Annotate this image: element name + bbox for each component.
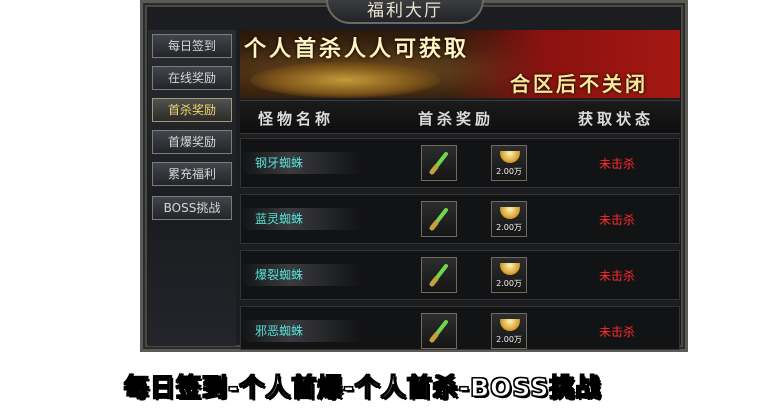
gold-ingot-icon <box>500 319 520 331</box>
monster-name: 蓝灵蜘蛛 <box>241 208 361 230</box>
sidebar-item-boss-challenge[interactable]: BOSS挑战 <box>152 196 232 220</box>
table-row: 蓝灵蜘蛛 2.00万 未击杀 <box>240 194 680 244</box>
kill-status: 未击杀 <box>599 157 636 171</box>
gold-amount: 2.00万 <box>496 335 522 344</box>
kill-status: 未击杀 <box>599 213 636 227</box>
sidebar-item-first-kill-reward[interactable]: 首杀奖励 <box>152 98 232 122</box>
reward-item-slot[interactable] <box>421 145 457 181</box>
reward-item-slot[interactable] <box>421 201 457 237</box>
header-monster-name: 怪物名称 <box>258 110 335 128</box>
table-header: 怪物名称 首杀奖励 获取状态 <box>240 100 680 134</box>
kill-status: 未击杀 <box>599 269 636 283</box>
table-row: 邪恶蜘蛛 2.00万 未击杀 <box>240 306 680 350</box>
banner-title: 个人首杀人人可获取 <box>244 37 470 62</box>
sword-item-icon <box>429 152 448 175</box>
sidebar-item-online-reward[interactable]: 在线奖励 <box>152 66 232 90</box>
gold-reward-slot[interactable]: 2.00万 <box>491 257 527 293</box>
gold-ingot-icon <box>500 207 520 219</box>
footer-caption: 每日签到-个人首爆-个人首杀-BOSS挑战 <box>123 373 602 403</box>
sword-item-icon <box>429 208 448 231</box>
header-status: 获取状态 <box>578 110 655 128</box>
sword-item-icon <box>429 320 448 343</box>
reward-item-slot[interactable] <box>421 313 457 349</box>
sidebar-item-first-drop-reward[interactable]: 首爆奖励 <box>152 130 232 154</box>
gold-treasure-art <box>250 62 440 98</box>
kill-status: 未击杀 <box>599 325 636 339</box>
monster-name: 钢牙蜘蛛 <box>241 152 361 174</box>
sidebar: 每日签到 在线奖励 首杀奖励 首爆奖励 累充福利 BOSS挑战 <box>148 30 236 346</box>
gold-reward-slot[interactable]: 2.00万 <box>491 145 527 181</box>
gold-ingot-icon <box>500 263 520 275</box>
window-title: 福利大厅 <box>326 0 484 24</box>
header-first-kill-reward: 首杀奖励 <box>418 110 495 128</box>
table-row: 钢牙蜘蛛 2.00万 未击杀 <box>240 138 680 188</box>
reward-item-slot[interactable] <box>421 257 457 293</box>
gold-amount: 2.00万 <box>496 167 522 176</box>
gold-amount: 2.00万 <box>496 279 522 288</box>
sidebar-item-daily-signin[interactable]: 每日签到 <box>152 34 232 58</box>
monster-name: 爆裂蜘蛛 <box>241 264 361 286</box>
gold-amount: 2.00万 <box>496 223 522 232</box>
sidebar-item-recharge-welfare[interactable]: 累充福利 <box>152 162 232 186</box>
gold-reward-slot[interactable]: 2.00万 <box>491 201 527 237</box>
banner-subtitle: 合区后不关闭 <box>510 72 648 96</box>
monster-name: 邪恶蜘蛛 <box>241 320 361 342</box>
gold-reward-slot[interactable]: 2.00万 <box>491 313 527 349</box>
table-row: 爆裂蜘蛛 2.00万 未击杀 <box>240 250 680 300</box>
sword-item-icon <box>429 264 448 287</box>
gold-ingot-icon <box>500 151 520 163</box>
